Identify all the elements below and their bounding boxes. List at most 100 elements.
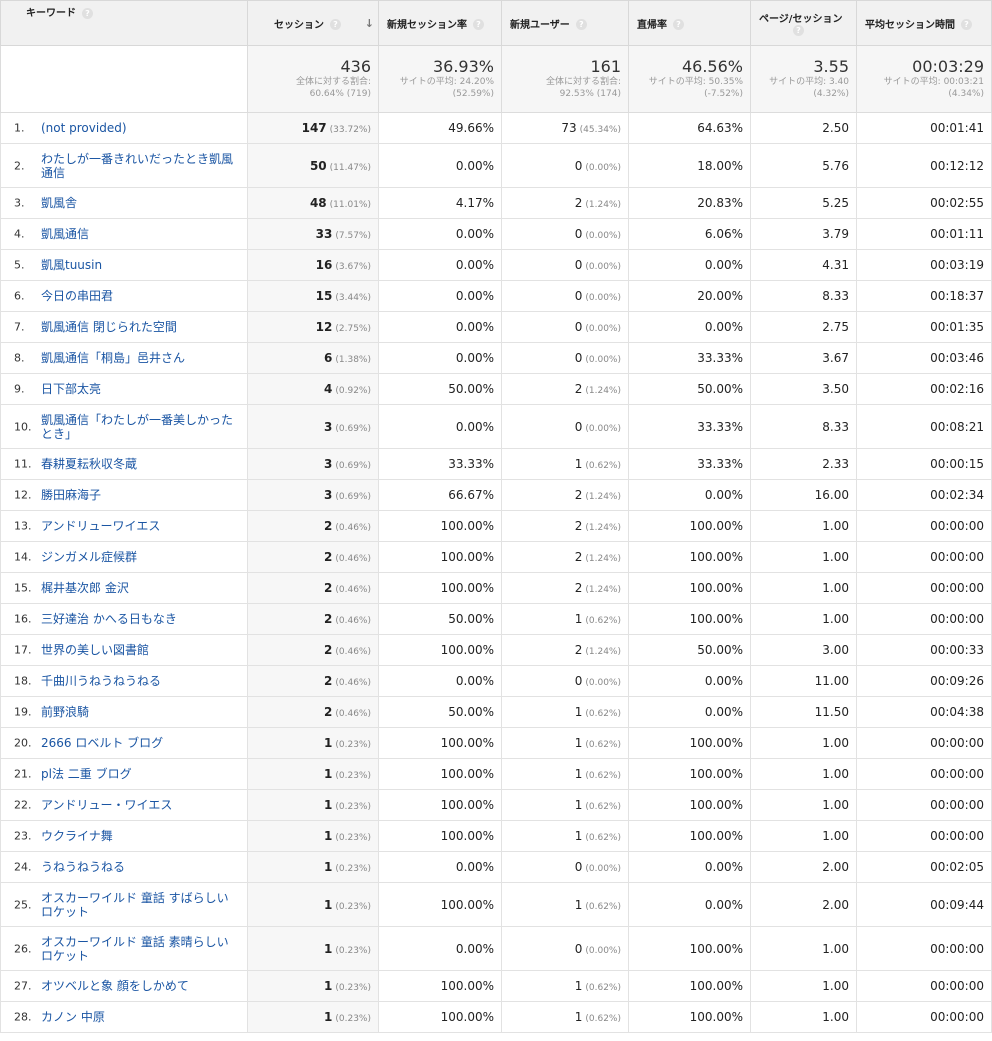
keyword-link[interactable]: pl法 二重 ブログ (41, 767, 240, 781)
new-users-value: 1 (574, 798, 583, 812)
keyword-link[interactable]: カノン 中原 (41, 1010, 240, 1024)
keyword-link[interactable]: (not provided) (41, 121, 240, 135)
keyword-link[interactable]: 2666 ロベルト ブログ (41, 736, 240, 750)
header-new-users[interactable]: 新規ユーザー? (501, 0, 629, 46)
pages-per-session-cell: 2.50 (750, 112, 857, 144)
keyword-link[interactable]: ウクライナ舞 (41, 829, 240, 843)
header-bounce-rate[interactable]: 直帰率? (628, 0, 751, 46)
avg-session-duration-cell: 00:02:16 (856, 373, 992, 405)
sessions-percent: (0.69%) (335, 423, 371, 434)
keyword-link[interactable]: アンドリューワイエス (41, 519, 240, 533)
help-icon[interactable]: ? (575, 19, 587, 30)
keyword-link[interactable]: わたしが一番きれいだったとき凱風通信 (41, 152, 240, 180)
new-session-rate-cell: 100.00% (378, 820, 502, 852)
new-session-rate-cell: 0.00% (378, 311, 502, 343)
new-users-percent: (1.24%) (585, 200, 621, 210)
new-users-percent: (0.00%) (585, 324, 621, 334)
keyword-link[interactable]: ジンガメル症候群 (41, 550, 240, 564)
new-users-percent: (0.62%) (585, 901, 621, 912)
avg-session-duration-cell: 00:04:38 (856, 696, 992, 728)
keyword-link[interactable]: 梶井基次郎 金沢 (41, 581, 240, 595)
sessions-value: 3 (324, 419, 333, 434)
keyword-link[interactable]: 前野浪騎 (41, 705, 240, 719)
keyword-link[interactable]: 凱風舎 (41, 196, 240, 210)
help-icon[interactable]: ? (961, 19, 972, 30)
keyword-link[interactable]: 日下部太亮 (41, 382, 240, 396)
keyword-link[interactable]: 三好達治 かへる日もなき (41, 612, 240, 626)
keyword-link[interactable]: 凱風tuusin (41, 258, 240, 272)
keyword-cell: 1. (not provided) (0, 112, 248, 144)
keyword-link[interactable]: オツベルと象 顔をしかめて (41, 979, 240, 993)
new-users-percent: (0.62%) (585, 771, 621, 781)
new-users-value: 1 (574, 897, 583, 912)
keyword-link[interactable]: オスカーワイルド 童話 すばらしいロケット (41, 891, 240, 919)
row-index: 10. (14, 420, 32, 433)
keyword-link[interactable]: うねうねうねる (41, 860, 240, 874)
sessions-cell: 1 (0.23%) (247, 970, 379, 1002)
header-sessions[interactable]: セッション? ↓ (247, 0, 379, 46)
new-users-value: 1 (574, 979, 583, 993)
keyword-link[interactable]: 凱風通信 閉じられた空間 (41, 320, 240, 334)
keyword-link[interactable]: 今日の串田君 (41, 289, 240, 303)
keyword-link[interactable]: 春耕夏耘秋収冬蔵 (41, 457, 240, 471)
new-users-value: 1 (574, 829, 583, 843)
pages-per-session-cell: 2.00 (750, 882, 857, 927)
new-users-percent: (1.24%) (585, 492, 621, 502)
keyword-link[interactable]: 凱風通信「桐島」邑井さん (41, 351, 240, 365)
new-users-percent: (0.00%) (585, 423, 621, 434)
new-users-value: 0 (574, 941, 583, 956)
header-pages-per-session[interactable]: ページ/セッション? (750, 0, 857, 46)
sessions-value: 1 (324, 798, 333, 812)
avg-session-duration-cell: 00:02:05 (856, 851, 992, 883)
keyword-link[interactable]: 世界の美しい図書館 (41, 643, 240, 657)
help-icon[interactable]: ? (82, 7, 93, 19)
avg-session-duration-cell: 00:00:33 (856, 634, 992, 666)
keyword-cell: 20. 2666 ロベルト ブログ (0, 727, 248, 759)
keyword-link[interactable]: 凱風通信 (41, 227, 240, 241)
table-row: 10. 凱風通信「わたしが一番美しかったとき」 3 (0.69%) 0.00% 0 (0.0… (0, 404, 992, 449)
sessions-value: 50 (309, 158, 327, 173)
header-row: キーワード? セッション? ↓ 新規セッション率? 新規ユーザー? 直帰率? ペー… (0, 0, 992, 46)
sessions-value: 1 (324, 860, 333, 874)
row-index: 6. (14, 289, 25, 303)
keyword-link[interactable]: オスカーワイルド 童話 素晴らしいロケット (41, 935, 240, 963)
bounce-rate-cell: 6.06% (628, 218, 751, 250)
sessions-percent: (3.44%) (335, 293, 371, 303)
row-index: 19. (14, 705, 32, 719)
keyword-link[interactable]: 勝田麻海子 (41, 488, 240, 502)
keyword-cell: 23. ウクライナ舞 (0, 820, 248, 852)
sessions-cell: 15 (3.44%) (247, 280, 379, 312)
new-session-rate-cell: 66.67% (378, 479, 502, 511)
header-new-session-rate[interactable]: 新規セッション率? (378, 0, 502, 46)
help-icon[interactable]: ? (793, 24, 804, 36)
table-row: 3. 凱風舎 48 (11.01%) 4.17% 2 (1.24%) 20.83% 5.25 00… (0, 187, 992, 219)
help-icon[interactable]: ? (473, 19, 484, 30)
new-users-value: 0 (574, 351, 583, 365)
sessions-cell: 1 (0.23%) (247, 820, 379, 852)
pages-per-session-cell: 8.33 (750, 404, 857, 449)
help-icon[interactable]: ? (673, 19, 684, 30)
sort-down-arrow-icon[interactable]: ↓ (365, 17, 374, 30)
keyword-link[interactable]: アンドリュー・ワイエス (41, 798, 240, 812)
bounce-rate-cell: 20.00% (628, 280, 751, 312)
header-keyword[interactable]: キーワード? (0, 0, 248, 46)
bounce-rate-cell: 18.00% (628, 143, 751, 188)
sessions-value: 147 (301, 121, 327, 135)
row-index: 26. (14, 942, 32, 955)
pages-per-session-cell: 2.33 (750, 448, 857, 480)
new-session-rate-cell: 0.00% (378, 665, 502, 697)
row-index: 21. (14, 767, 32, 781)
keyword-link[interactable]: 千曲川うねうねうねる (41, 674, 240, 688)
new-users-value: 2 (574, 581, 583, 595)
avg-session-duration-cell: 00:00:00 (856, 970, 992, 1002)
summary-avg-session-duration: 00:03:29 サイトの平均: 00:03:21 (4.34%) (856, 45, 992, 113)
sessions-value: 3 (324, 457, 333, 471)
sessions-cell: 147 (33.72%) (247, 112, 379, 144)
new-users-cell: 2 (1.24%) (501, 187, 629, 219)
help-icon[interactable]: ? (330, 19, 341, 30)
table-row: 11. 春耕夏耘秋収冬蔵 3 (0.69%) 33.33% 1 (0.62%) 33.33% 2… (0, 448, 992, 480)
avg-session-duration-cell: 00:00:00 (856, 1001, 992, 1033)
header-avg-session-duration[interactable]: 平均セッション時間? (856, 0, 992, 46)
sessions-cell: 1 (0.23%) (247, 758, 379, 790)
keyword-link[interactable]: 凱風通信「わたしが一番美しかったとき」 (41, 413, 240, 441)
